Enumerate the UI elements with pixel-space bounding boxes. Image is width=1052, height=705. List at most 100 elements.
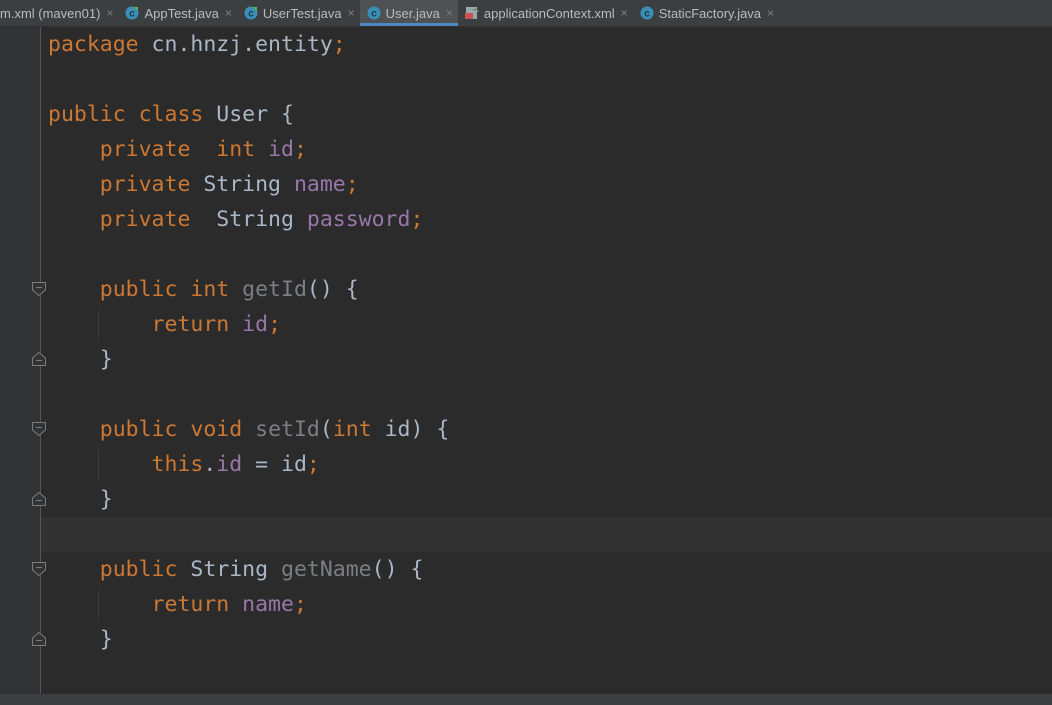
java-test-class-icon: c — [244, 6, 258, 20]
code-token: private — [48, 172, 191, 197]
java-class-icon: c — [367, 6, 381, 20]
svg-text:c: c — [371, 9, 377, 20]
code-line: public class User { — [48, 97, 449, 132]
code-token: ; — [345, 172, 359, 197]
code-token: String — [177, 557, 282, 582]
code-token: () { — [371, 557, 424, 582]
editor-gutter — [0, 27, 46, 694]
code-token: String — [190, 172, 294, 197]
code-token: private int — [48, 137, 256, 162]
fold-close-icon[interactable] — [31, 351, 47, 367]
code-token: id) { — [371, 417, 450, 442]
code-token: = id — [242, 452, 307, 477]
code-line: package cn.hnzj.entity; — [48, 27, 449, 62]
code-token: ; — [306, 452, 320, 477]
code-line: public void setId(int id) { — [48, 412, 450, 447]
close-icon[interactable]: × — [225, 6, 232, 20]
editor-tab-label: User.java — [385, 5, 440, 21]
fold-open-icon[interactable] — [31, 421, 47, 437]
editor-tab-label: m.xml (maven01) — [0, 5, 101, 21]
code-token: id — [216, 452, 243, 477]
code-token: setId — [255, 417, 320, 442]
close-icon[interactable]: × — [446, 6, 453, 20]
svg-text:c: c — [644, 9, 650, 20]
java-test-class-icon: c — [125, 6, 139, 20]
code-token: name — [293, 172, 346, 197]
editor-tab[interactable]: c AppTest.java × — [118, 0, 236, 26]
code-token: () { — [306, 277, 359, 302]
code-token: id — [268, 137, 294, 162]
code-token: ; — [268, 312, 282, 337]
code-line: private int id; — [48, 132, 449, 167]
code-token: ( — [319, 417, 333, 442]
code-token: ; — [293, 592, 307, 617]
fold-close-icon[interactable] — [31, 491, 47, 507]
editor-tab-bar: m.xml (maven01) × c AppTest.java × c UserTest.… — [0, 0, 1052, 27]
editor-tab[interactable]: applicationContext.xml × — [458, 0, 633, 26]
code-token: } — [48, 627, 113, 652]
editor-tab-label: AppTest.java — [144, 5, 219, 21]
code-editor[interactable]: package cn.hnzj.entity; public class User… — [0, 27, 1052, 694]
svg-text:c: c — [248, 9, 254, 20]
code-line: this.id = id; — [48, 447, 449, 482]
code-token: password — [306, 207, 411, 232]
code-token: User { — [203, 102, 294, 127]
editor-tab-label: UserTest.java — [262, 5, 342, 21]
code-token: return — [48, 312, 230, 337]
editor-tab-label: applicationContext.xml — [483, 5, 615, 21]
code-token: private — [48, 207, 191, 232]
code-token: this — [48, 452, 204, 477]
close-icon[interactable]: × — [348, 6, 355, 20]
fold-close-icon[interactable] — [31, 631, 47, 647]
editor-tab-label: StaticFactory.java — [658, 5, 762, 21]
code-token: name — [242, 592, 294, 617]
code-token: id — [242, 312, 269, 337]
code-token: String — [190, 207, 307, 232]
spring-xml-icon — [464, 6, 479, 20]
code-token: getName — [281, 557, 372, 582]
code-line: return id; — [48, 307, 449, 342]
code-token: } — [48, 487, 113, 512]
editor-tab[interactable]: c User.java × — [359, 0, 458, 26]
editor-tab[interactable]: c StaticFactory.java × — [633, 0, 779, 26]
code-token: ; — [332, 32, 346, 57]
code-token: public — [48, 557, 178, 582]
java-class-icon: c — [640, 6, 654, 20]
close-icon[interactable]: × — [106, 6, 113, 20]
horizontal-scrollbar[interactable] — [0, 694, 1052, 705]
code-token: ; — [410, 207, 424, 232]
code-area[interactable]: package cn.hnzj.entity; public class User… — [48, 27, 449, 692]
editor-tab[interactable]: c UserTest.java × — [237, 0, 360, 26]
fold-open-icon[interactable] — [31, 281, 47, 297]
code-line: public int getId() { — [48, 272, 449, 307]
code-token: getId — [242, 277, 307, 302]
code-line: private String name; — [48, 167, 449, 202]
code-line: return name; — [48, 587, 449, 622]
editor-tab[interactable]: m.xml (maven01) × — [0, 0, 118, 26]
fold-open-icon[interactable] — [31, 561, 47, 577]
code-token: int — [332, 417, 372, 442]
code-token: public class — [48, 102, 204, 127]
code-token: public int — [48, 277, 230, 302]
code-line: public String getName() { — [48, 552, 449, 587]
code-token: return — [48, 592, 230, 617]
code-token: public void — [48, 417, 243, 442]
code-token: cn.hnzj.entity — [138, 32, 333, 57]
code-line: } — [48, 622, 449, 657]
close-icon[interactable]: × — [767, 6, 774, 20]
code-token: ; — [293, 137, 307, 162]
close-icon[interactable]: × — [621, 6, 628, 20]
code-token: package — [48, 32, 139, 57]
code-token: . — [203, 452, 217, 477]
code-line: } — [48, 342, 449, 377]
code-line: private String password; — [48, 202, 449, 237]
